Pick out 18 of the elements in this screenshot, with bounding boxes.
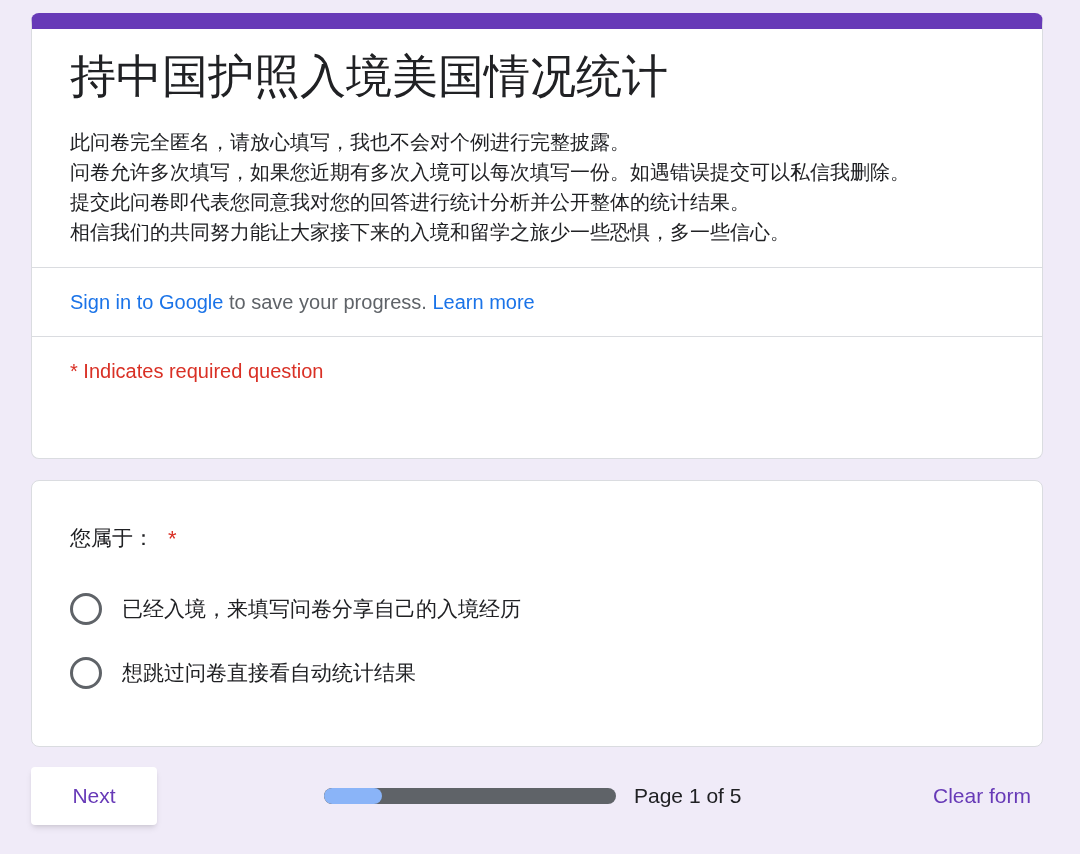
form-title: 持中国护照入境美国情况统计 <box>70 49 669 104</box>
required-mark: * <box>168 524 177 553</box>
sign-in-prompt: Sign in to Google to save your progress. Learn more <box>70 290 535 315</box>
description-line: 相信我们的共同努力能让大家接下来的入境和留学之旅少一些恐惧，多一些信心。 <box>70 220 791 245</box>
description-line: 提交此问卷即代表您同意我对您的回答进行统计分析并公开整体的统计结果。 <box>70 190 751 215</box>
learn-more-link[interactable]: Learn more <box>432 291 535 313</box>
clear-form-button[interactable]: Clear form <box>918 772 1045 820</box>
option-label: 已经入境，来填写问卷分享自己的入境经历 <box>122 596 521 623</box>
radio-button[interactable] <box>70 657 102 689</box>
page-indicator: Page 1 of 5 <box>634 783 742 810</box>
option-label: 想跳过问卷直接看自动统计结果 <box>122 660 416 687</box>
sign-in-link[interactable]: Sign in to Google <box>70 291 224 313</box>
radio-button[interactable] <box>70 593 102 625</box>
required-note: * Indicates required question <box>70 359 324 384</box>
description-line: 此问卷完全匿名，请放心填写，我也不会对个例进行完整披露。 <box>70 130 631 155</box>
description-line: 问卷允许多次填写，如果您近期有多次入境可以每次填写一份。如遇错误提交可以私信我删除。 <box>70 160 911 185</box>
next-button[interactable]: Next <box>31 767 157 825</box>
question-label: 您属于： <box>70 525 154 552</box>
